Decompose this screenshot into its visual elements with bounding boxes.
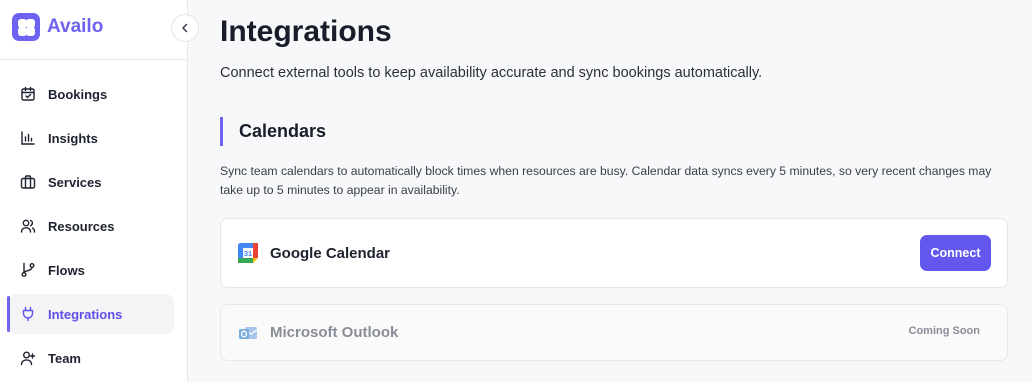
user-plus-icon — [20, 350, 36, 366]
logo-icon — [12, 13, 40, 41]
coming-soon-badge: Coming Soon — [908, 325, 981, 337]
svg-text:31: 31 — [244, 249, 252, 258]
sidebar-item-label: Team — [48, 350, 81, 366]
sidebar-item-team[interactable]: Team — [8, 338, 174, 378]
sidebar-item-insights[interactable]: Insights — [8, 118, 174, 158]
section-description: Sync team calendars to automatically blo… — [220, 164, 992, 197]
git-branch-icon — [20, 262, 36, 278]
sidebar-item-services[interactable]: Services — [8, 162, 174, 202]
brand-name: Availo — [47, 16, 104, 37]
sidebar-item-label: Insights — [48, 130, 98, 146]
sidebar-nav: Bookings Insights Services Resources Flo… — [7, 74, 174, 382]
sidebar-item-label: Resources — [48, 218, 115, 234]
bar-chart-icon — [20, 130, 36, 146]
sidebar-item-label: Flows — [48, 262, 85, 278]
page-subtitle: Connect external tools to keep availabil… — [220, 65, 763, 81]
users-icon — [20, 218, 36, 234]
collapse-sidebar-button[interactable] — [171, 14, 199, 42]
chevron-left-icon — [180, 23, 190, 33]
sidebar-item-label: Integrations — [48, 306, 123, 322]
outlook-icon — [237, 322, 259, 344]
integration-name: Google Calendar — [270, 244, 391, 262]
plug-icon — [20, 306, 36, 322]
calendar-icon — [20, 86, 36, 102]
integration-card-google-calendar: 31 Google Calendar Connect — [220, 218, 1008, 288]
sidebar: Availo Bookings Insights Services Resour… — [0, 0, 188, 382]
sidebar-item-resources[interactable]: Resources — [8, 206, 174, 246]
page-title: Integrations — [220, 15, 392, 48]
section-heading-calendars: Calendars — [220, 117, 326, 146]
connect-google-calendar-button[interactable]: Connect — [920, 235, 991, 271]
sidebar-item-integrations[interactable]: Integrations — [7, 294, 174, 334]
integration-card-microsoft-outlook: Microsoft Outlook Coming Soon — [220, 304, 1008, 361]
sidebar-item-label: Services — [48, 174, 102, 190]
sidebar-divider — [0, 59, 188, 60]
integration-name: Microsoft Outlook — [270, 324, 399, 341]
sidebar-item-label: Bookings — [48, 86, 108, 102]
google-calendar-icon: 31 — [237, 242, 259, 264]
sidebar-item-bookings[interactable]: Bookings — [8, 74, 174, 114]
brand[interactable]: Availo — [12, 13, 103, 41]
sidebar-item-flows[interactable]: Flows — [8, 250, 174, 290]
briefcase-icon — [20, 174, 36, 190]
